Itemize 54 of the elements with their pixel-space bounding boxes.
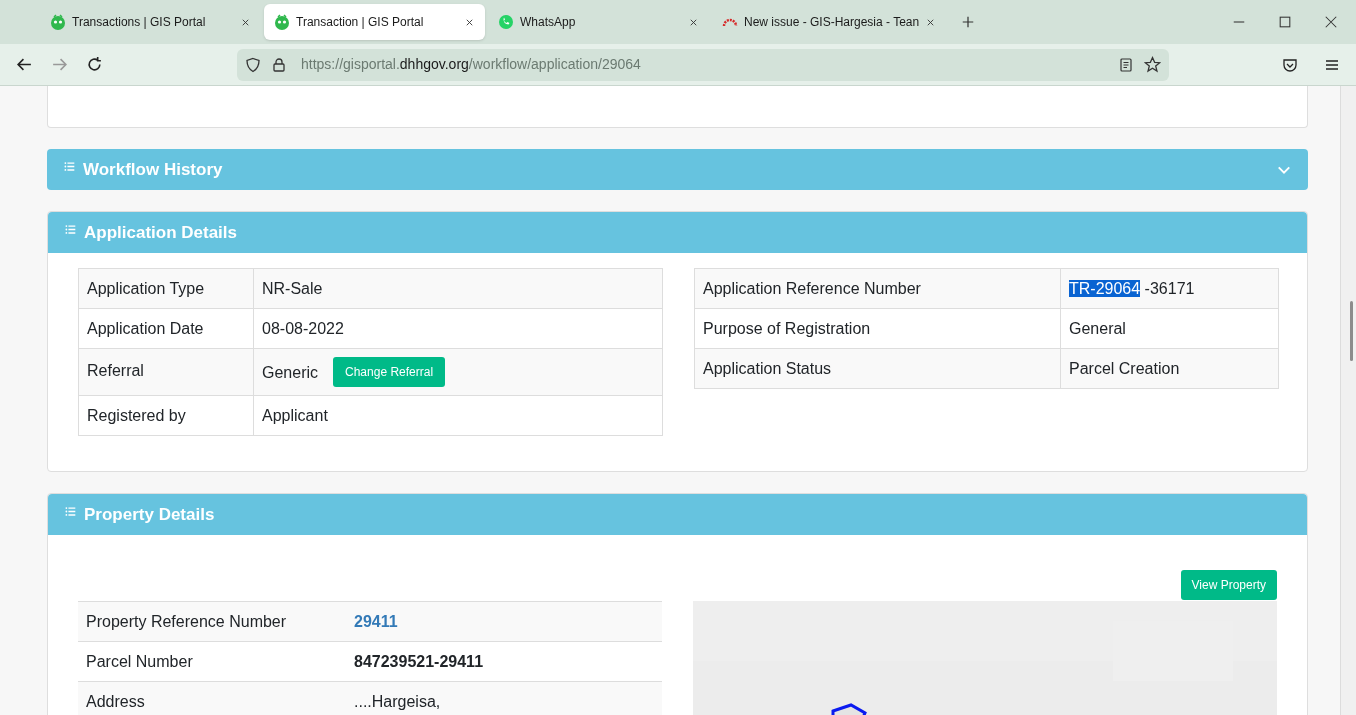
- cell-value: Generic: [262, 362, 319, 382]
- back-arrow-icon: [16, 56, 33, 73]
- lock-icon: [271, 56, 287, 73]
- panel-title: Property Details: [84, 503, 215, 526]
- star-icon: [1144, 56, 1161, 73]
- table-cell: NR-Sale: [253, 268, 663, 309]
- list-icon: [64, 161, 75, 172]
- url-text: https://gisportal.dhhgov.org/workflow/application/29064: [301, 55, 642, 74]
- table-cell: TR-29064 -36171: [1060, 268, 1279, 309]
- property-link[interactable]: 29411: [354, 613, 398, 630]
- tab-title: WhatsApp: [520, 14, 577, 31]
- panel-title: Workflow History: [83, 158, 223, 181]
- change-referral-button[interactable]: Change Referral: [333, 357, 446, 387]
- address-bar[interactable]: https://gisportal.dhhgov.org/workflow/application/29064: [237, 48, 1169, 81]
- table-cell: 08-08-2022: [253, 308, 663, 349]
- face-logo-icon: [274, 14, 290, 30]
- tab-title: Transaction | GIS Portal: [296, 14, 425, 31]
- shield-icon: [245, 56, 261, 73]
- plus-icon: [961, 15, 976, 29]
- close-icon: [1324, 15, 1338, 29]
- table-cell: Parcel Number: [78, 641, 346, 682]
- table-cell: Purpose of Registration: [694, 308, 1061, 349]
- table-cell: General: [1060, 308, 1279, 349]
- table-cell: Applicant: [253, 395, 663, 436]
- browser-tab[interactable]: Transaction | GIS Portal: [264, 4, 485, 40]
- list-icon: [65, 506, 76, 517]
- list-icon: [65, 224, 76, 235]
- table-cell: Application Status: [694, 348, 1061, 389]
- forward-arrow-icon: [51, 56, 68, 73]
- table-cell: Application Type: [78, 268, 254, 309]
- cell-value: ....Hargeisa,: [354, 693, 441, 711]
- browser-tab[interactable]: WhatsApp: [488, 4, 709, 40]
- table-cell: Application Reference Number: [694, 268, 1061, 309]
- reload-icon: [86, 56, 103, 73]
- chat-bubble-icon: [498, 14, 514, 30]
- tab-title: New issue - GIS-Hargesia - Tean: [744, 14, 920, 31]
- reader-view-icon: [1118, 56, 1134, 73]
- browser-tab[interactable]: New issue - GIS-Hargesia - Tean: [712, 4, 947, 40]
- table-cell: Application Date: [78, 308, 254, 349]
- table-cell: Address: [78, 681, 346, 715]
- table-cell: Parcel Creation: [1060, 348, 1279, 389]
- table-cell: Referral: [78, 348, 254, 396]
- browser-tab[interactable]: Transactions | GIS Portal: [40, 4, 261, 40]
- table-cell: Property Reference Number: [78, 601, 346, 642]
- pocket-icon: [1282, 56, 1298, 73]
- table-cell: Registered by: [78, 395, 254, 436]
- scrollbar-thumb[interactable]: [1350, 301, 1353, 361]
- tab-title: Transactions | GIS Portal: [72, 14, 207, 31]
- cell-value: 847239521-29411: [354, 653, 484, 670]
- scrollbar[interactable]: [1340, 86, 1356, 715]
- face-logo-icon: [50, 14, 66, 30]
- panel-title: Application Details: [84, 221, 238, 244]
- maximize-icon: [1278, 15, 1292, 29]
- view-property-button[interactable]: View Property: [1180, 570, 1277, 600]
